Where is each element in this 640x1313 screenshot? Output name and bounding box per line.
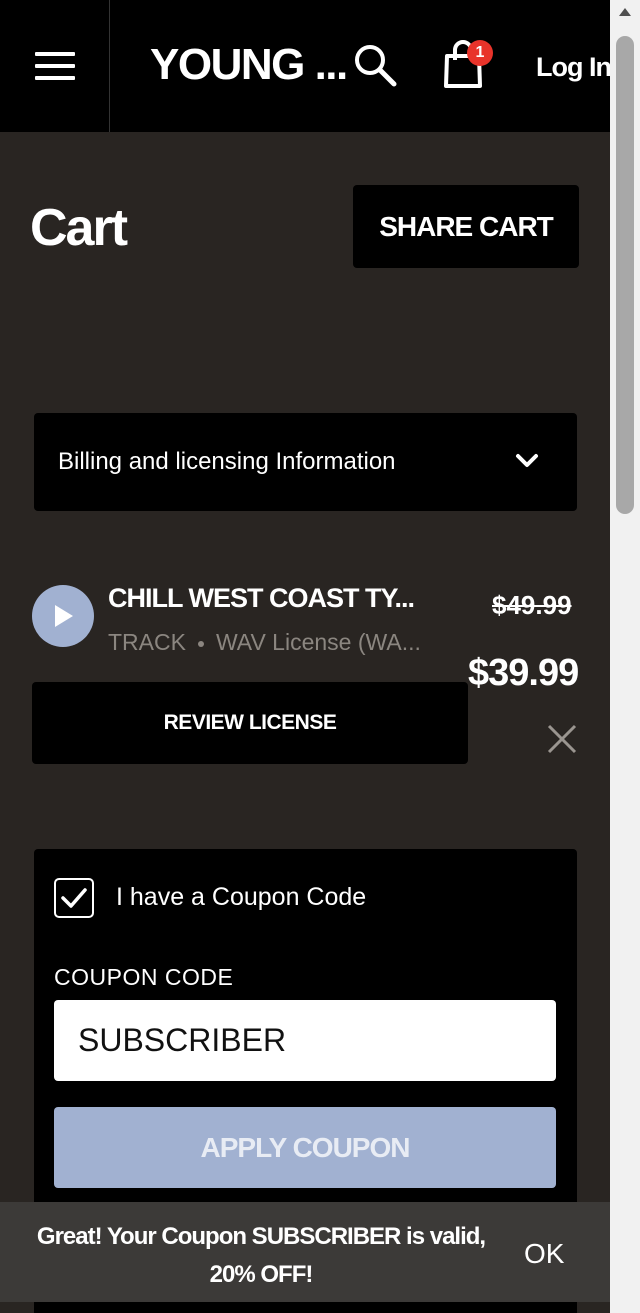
coupon-code-input[interactable] [54,1000,556,1081]
apply-coupon-button[interactable]: APPLY COUPON [54,1107,556,1188]
checkmark-icon [61,888,87,908]
discounted-price: $39.99 [468,652,579,694]
item-meta: TRACK WAV License (WA... [108,629,421,656]
brand-title[interactable]: YOUNG ... [150,40,348,90]
separator-dot [197,640,204,647]
login-link[interactable]: Log In [536,52,612,83]
scrollbar-thumb[interactable] [616,36,634,514]
page-title: Cart [30,199,128,257]
coupon-checkbox[interactable] [54,878,94,918]
top-header: YOUNG ... 1 Log In [0,0,612,132]
review-license-button[interactable]: REVIEW LICENSE [32,682,468,764]
cart-count-badge: 1 [467,40,493,66]
billing-accordion-label: Billing and licensing Information [58,448,396,475]
toast-message: Great! Your Coupon SUBSCRIBER is valid, … [36,1223,486,1288]
play-button[interactable] [32,585,94,647]
menu-button[interactable] [0,0,110,132]
billing-accordion[interactable]: Billing and licensing Information [34,413,577,511]
play-icon [55,605,73,627]
original-price: $49.99 [492,590,572,620]
search-button[interactable] [352,42,400,90]
chevron-down-icon [516,454,538,467]
item-title[interactable]: CHILL WEST COAST TY... [108,583,415,614]
coupon-field-label: COUPON CODE [54,964,234,990]
share-cart-button[interactable]: SHARE CART [353,185,579,268]
coupon-checkbox-label[interactable]: I have a Coupon Code [116,883,366,912]
item-license: WAV License (WA... [215,629,421,655]
item-type: TRACK [108,629,186,655]
close-icon [547,724,577,754]
toast-ok-button[interactable]: OK [524,1238,564,1270]
remove-item-button[interactable] [545,722,579,756]
search-icon [355,45,397,87]
scroll-up-arrow-icon[interactable] [619,8,631,16]
hamburger-icon [34,52,75,80]
coupon-toast: Great! Your Coupon SUBSCRIBER is valid, … [0,1202,610,1302]
